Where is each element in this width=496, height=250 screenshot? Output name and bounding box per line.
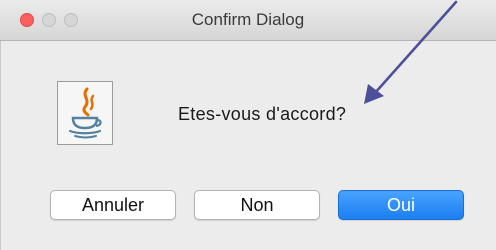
yes-button[interactable]: Oui: [338, 190, 464, 220]
java-coffee-cup-icon: [57, 81, 113, 145]
window-title: Confirm Dialog: [191, 10, 305, 29]
title-bar: Confirm Dialog: [0, 0, 496, 41]
cancel-button[interactable]: Annuler: [50, 190, 176, 220]
dialog-message: Etes-vous d'accord?: [178, 104, 347, 124]
no-button[interactable]: Non: [194, 190, 320, 220]
